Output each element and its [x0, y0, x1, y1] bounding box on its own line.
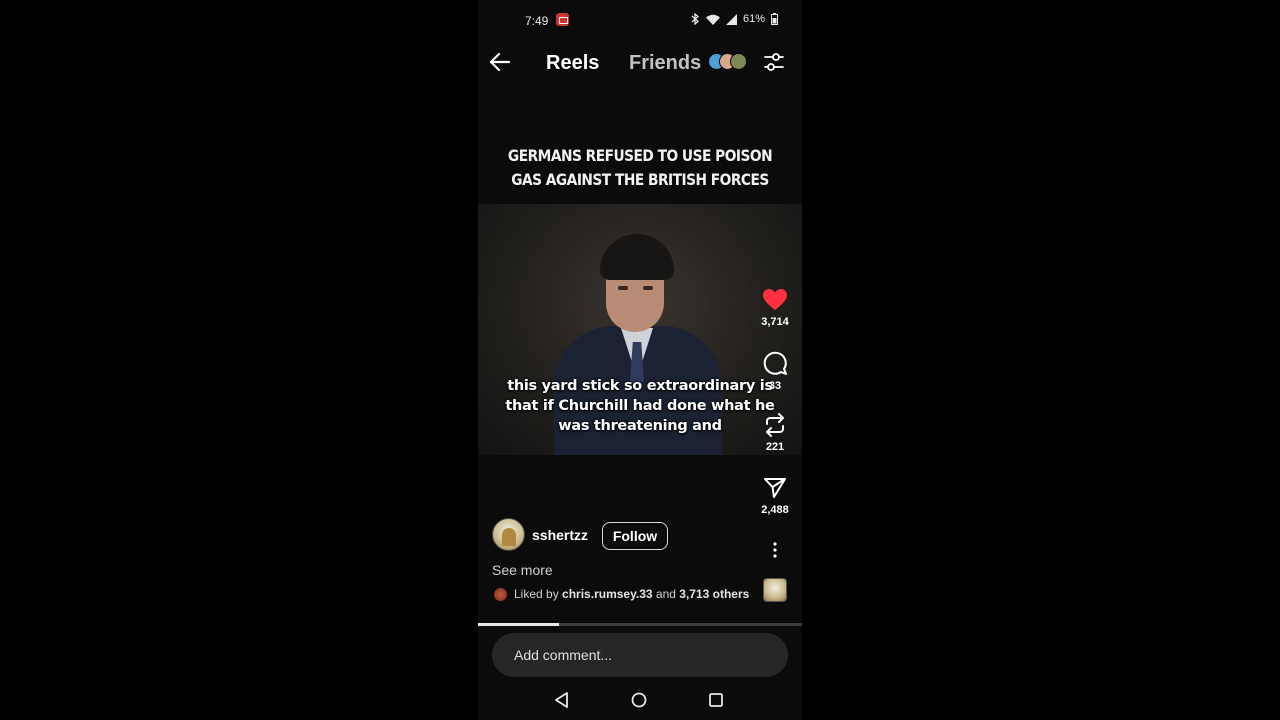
follow-button[interactable]: Follow	[602, 522, 668, 550]
reel-video[interactable]: this yard stick so extraordinary is that…	[478, 204, 802, 455]
caption-line: GAS AGAINST THE BRITISH FORCES	[511, 170, 769, 189]
liked-by-prefix: Liked by	[514, 587, 559, 601]
signal-icon	[725, 13, 737, 25]
subtitle-line: that if Churchill had done what he	[505, 398, 775, 414]
nav-recents-icon[interactable]	[706, 690, 726, 710]
share-count: 2,488	[761, 504, 789, 516]
phone-screen: 7:49 61% Reels Friends GERMANS REFUSED T…	[478, 0, 802, 720]
see-more-link[interactable]: See more	[492, 562, 553, 578]
tab-friends[interactable]: Friends	[629, 52, 701, 75]
tab-reels[interactable]: Reels	[546, 52, 599, 75]
video-progress-fill	[478, 623, 559, 626]
like-button[interactable]: 3,714	[756, 288, 794, 328]
friend-avatar	[730, 53, 747, 70]
repost-icon	[766, 413, 784, 437]
speaker-eye	[618, 286, 628, 290]
comment-count: 33	[768, 380, 782, 392]
battery-percent: 61%	[742, 13, 765, 25]
caption-line: GERMANS REFUSED TO USE POISON	[507, 146, 773, 165]
comment-bubble-icon	[763, 351, 787, 375]
liked-by-avatar[interactable]	[494, 587, 507, 601]
comment-button[interactable]: 33	[756, 350, 794, 392]
repost-button[interactable]: 221	[756, 413, 794, 453]
video-subtitle: this yard stick so extraordinary is that…	[478, 376, 802, 436]
reel-caption: GERMANS REFUSED TO USE POISON GAS AGAINS…	[501, 144, 780, 192]
speaker-eye	[643, 286, 653, 290]
status-time: 7:49	[525, 14, 549, 28]
bluetooth-icon	[691, 13, 699, 25]
liked-by-others[interactable]: 3,713 others	[679, 587, 749, 601]
liked-by-user[interactable]: chris.rumsey.33	[562, 587, 653, 601]
back-arrow-icon[interactable]	[488, 51, 512, 73]
wifi-icon	[705, 14, 720, 25]
audio-thumbnail[interactable]	[763, 578, 787, 602]
speaker-hair	[600, 234, 674, 280]
nav-home-icon[interactable]	[629, 690, 649, 710]
send-icon	[764, 478, 786, 498]
nav-back-icon[interactable]	[552, 690, 572, 710]
friend-avatars[interactable]	[708, 53, 752, 71]
liked-by-row[interactable]: Liked by chris.rumsey.33 and 3,713 other…	[494, 587, 749, 601]
video-progress-bar[interactable]	[478, 623, 802, 626]
subtitle-line: this yard stick so extraordinary is	[507, 378, 773, 394]
sliders-icon[interactable]	[763, 52, 785, 72]
status-icons: 61%	[691, 13, 778, 25]
like-count: 3,714	[761, 316, 789, 328]
author-avatar[interactable]	[492, 518, 525, 551]
heart-icon	[763, 289, 787, 310]
add-comment-input[interactable]	[492, 633, 788, 677]
author-username[interactable]: sshertzz	[532, 527, 588, 543]
battery-icon	[771, 13, 778, 25]
share-button[interactable]: 2,488	[756, 476, 794, 516]
more-options-icon[interactable]	[768, 540, 782, 560]
liked-by-joiner: and	[655, 587, 676, 601]
subtitle-line: was threatening and	[558, 418, 722, 434]
repost-count: 221	[765, 441, 785, 453]
screen-record-icon	[556, 13, 569, 26]
